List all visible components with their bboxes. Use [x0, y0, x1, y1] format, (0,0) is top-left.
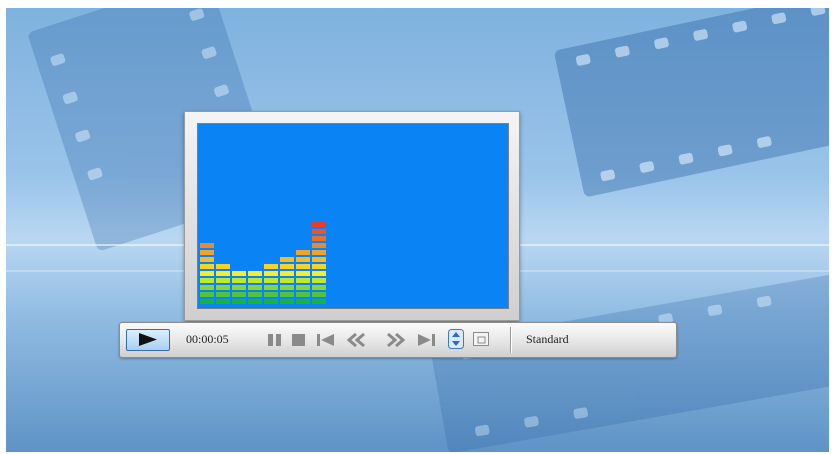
visualizer-segment [264, 292, 278, 297]
visualizer-segment [312, 243, 326, 248]
visualizer-segment [312, 292, 326, 297]
visualizer-segment [232, 292, 246, 297]
film-strip-decoration [553, 8, 829, 198]
visualizer-segment [296, 292, 310, 297]
visualizer-segment [312, 229, 326, 234]
visualizer-segment [280, 292, 294, 297]
visualizer-bar [216, 264, 230, 304]
visualizer-segment [280, 271, 294, 276]
window-icon [473, 332, 489, 346]
visualizer-segment [200, 278, 214, 283]
visualizer-segment [200, 243, 214, 248]
visualizer-segment [312, 299, 326, 304]
visualizer-segment [296, 257, 310, 262]
visualizer-segment [216, 278, 230, 283]
visualizer-segment [296, 264, 310, 269]
visualizer-segment [216, 271, 230, 276]
visualizer-segment [296, 278, 310, 283]
visualizer-segment [264, 278, 278, 283]
visualizer-segment [248, 299, 262, 304]
visualizer-segment [200, 271, 214, 276]
visualizer-bar [200, 243, 214, 304]
previous-button[interactable] [316, 332, 334, 347]
visualizer-segment [312, 278, 326, 283]
visualizer-segment [200, 264, 214, 269]
play-button[interactable] [126, 329, 170, 351]
visualizer-segment [280, 285, 294, 290]
visualizer-segment [200, 250, 214, 255]
visualizer-segment [216, 285, 230, 290]
play-icon [139, 333, 157, 346]
visualizer-segment [296, 285, 310, 290]
visualizer-segment [296, 271, 310, 276]
visualizer-segment [200, 285, 214, 290]
video-frame [184, 111, 520, 321]
fast-forward-icon [387, 332, 406, 347]
visualizer-segment [248, 292, 262, 297]
window-button[interactable] [472, 331, 490, 346]
visualizer-segment [280, 264, 294, 269]
rewind-icon [346, 332, 365, 347]
control-bar: 00:00:05 Standard [119, 322, 677, 358]
visualizer-segment [216, 264, 230, 269]
visualizer-segment [264, 285, 278, 290]
visualizer-segment [280, 278, 294, 283]
visualizer-segment [312, 222, 326, 227]
visualizer-segment [312, 257, 326, 262]
visualizer-bar [264, 264, 278, 304]
visualizer-segment [312, 236, 326, 241]
skip-back-icon [317, 334, 334, 346]
visualizer-segment [312, 250, 326, 255]
visualizer-segment [312, 264, 326, 269]
visualizer-segment [312, 271, 326, 276]
audio-visualizer [200, 222, 326, 304]
stop-button[interactable] [290, 332, 308, 347]
visualizer-segment [200, 299, 214, 304]
visualizer-segment [216, 292, 230, 297]
up-down-button[interactable] [448, 329, 464, 349]
visualizer-segment [280, 257, 294, 262]
visualizer-bar [296, 250, 310, 304]
visualizer-segment [280, 299, 294, 304]
visualizer-segment [232, 278, 246, 283]
time-display: 00:00:05 [186, 332, 229, 346]
up-down-arrows-icon [448, 329, 464, 349]
visualizer-segment [200, 292, 214, 297]
visualizer-bar [280, 257, 294, 304]
visualizer-bar [312, 222, 326, 304]
visualizer-bar [232, 271, 246, 304]
divider [510, 327, 511, 353]
visualizer-segment [216, 299, 230, 304]
pause-icon [268, 334, 281, 346]
visualizer-segment [232, 299, 246, 304]
stop-icon [292, 334, 305, 346]
visualizer-segment [248, 285, 262, 290]
skip-forward-icon [418, 334, 435, 346]
visualizer-segment [296, 250, 310, 255]
visualizer-segment [232, 285, 246, 290]
visualizer-segment [264, 264, 278, 269]
rewind-button[interactable] [346, 332, 368, 347]
visualizer-segment [200, 257, 214, 262]
visualizer-segment [312, 285, 326, 290]
visualizer-bar [248, 271, 262, 304]
display-mode-label[interactable]: Standard [526, 332, 569, 347]
visualizer-segment [264, 299, 278, 304]
pause-button[interactable] [266, 332, 284, 347]
visualizer-segment [248, 278, 262, 283]
next-button[interactable] [416, 332, 436, 347]
video-screen[interactable] [197, 123, 509, 309]
visualizer-segment [296, 299, 310, 304]
visualizer-segment [264, 271, 278, 276]
visualizer-segment [232, 271, 246, 276]
visualizer-segment [248, 271, 262, 276]
fast-forward-button[interactable] [384, 332, 406, 347]
